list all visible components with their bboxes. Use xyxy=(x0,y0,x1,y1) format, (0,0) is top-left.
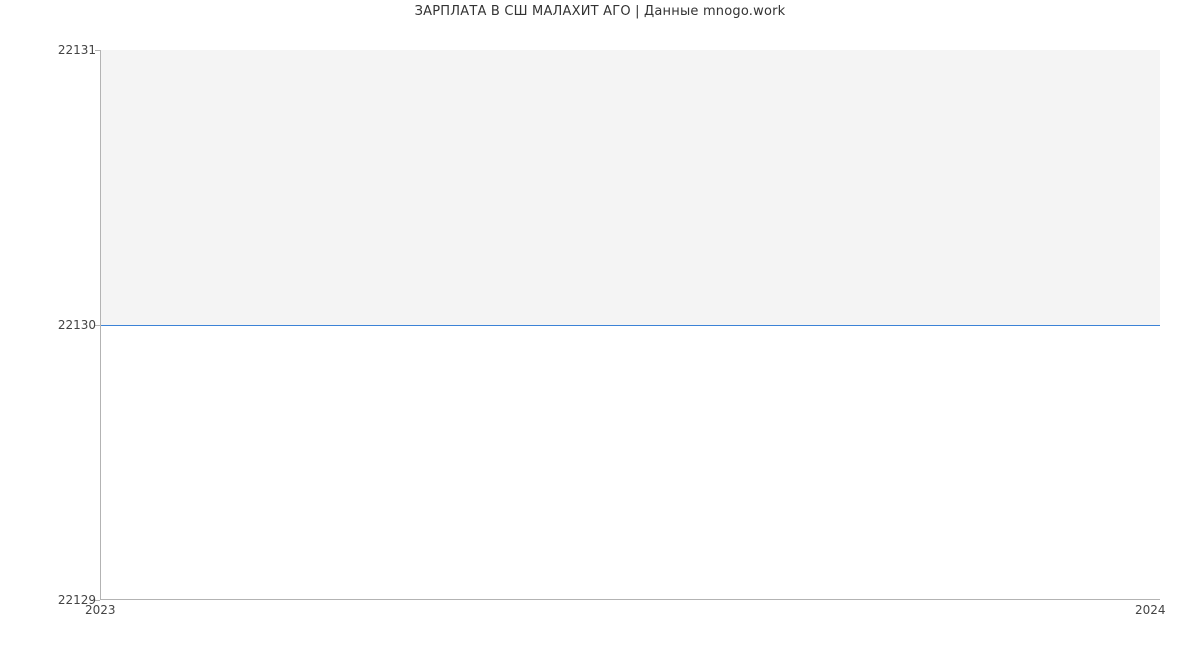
chart-title: ЗАРПЛАТА В СШ МАЛАХИТ АГО | Данные mnogo… xyxy=(0,4,1200,19)
series-line-overlay xyxy=(101,325,1160,326)
x-tick-label: 2024 xyxy=(1135,604,1166,616)
plot-lower-bg xyxy=(101,325,1160,600)
x-tick-label: 2023 xyxy=(85,604,116,616)
plot-area xyxy=(100,50,1160,600)
y-tick-label: 22131 xyxy=(36,44,96,56)
chart-container: ЗАРПЛАТА В СШ МАЛАХИТ АГО | Данные mnogo… xyxy=(0,0,1200,650)
y-tick-label: 22130 xyxy=(36,319,96,331)
